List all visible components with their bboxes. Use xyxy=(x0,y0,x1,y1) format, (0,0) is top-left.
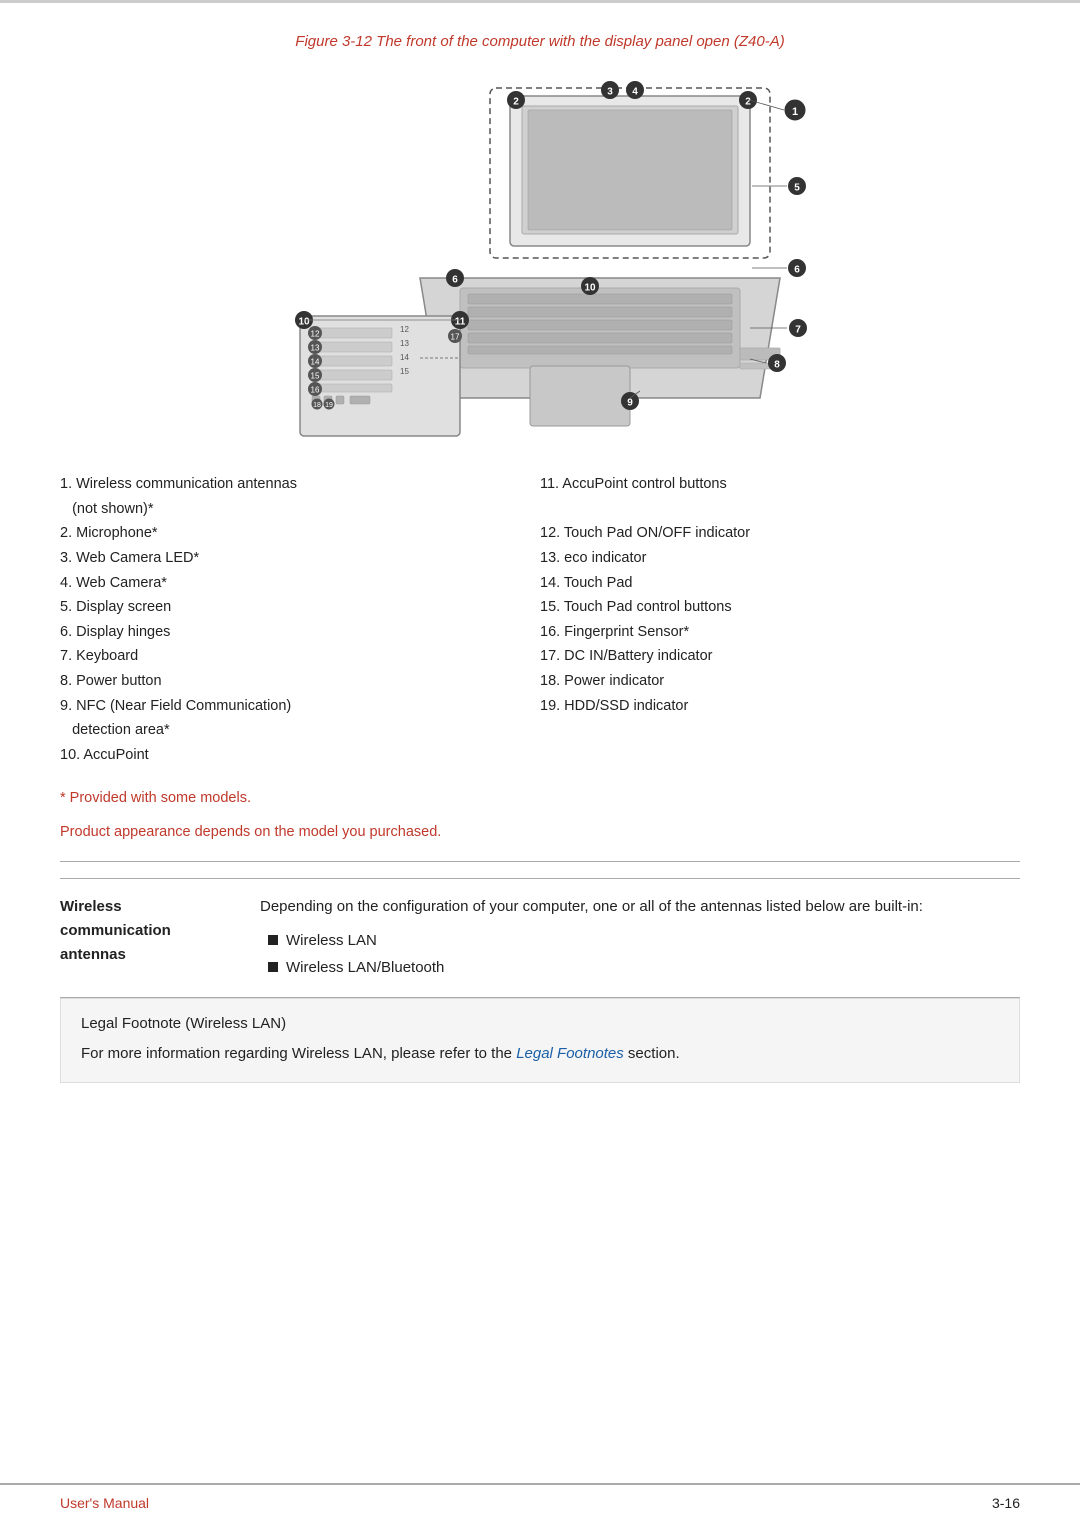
svg-text:7: 7 xyxy=(795,325,801,336)
part-item: 12. Touch Pad ON/OFF indicator xyxy=(540,521,1000,546)
svg-text:11: 11 xyxy=(455,317,466,328)
svg-text:1: 1 xyxy=(792,106,798,118)
page-container: Figure 3-12 The front of the computer wi… xyxy=(0,0,1080,1521)
wireless-label-line2: communication xyxy=(60,922,171,939)
svg-text:5: 5 xyxy=(794,183,800,194)
figure-caption: Figure 3-12 The front of the computer wi… xyxy=(60,33,1020,50)
wireless-bullet-list: Wireless LAN Wireless LAN/Bluetooth xyxy=(260,927,1020,981)
part-item: 13. eco indicator xyxy=(540,546,1000,571)
svg-text:19: 19 xyxy=(325,402,333,409)
svg-text:15: 15 xyxy=(311,372,320,381)
part-item: 17. DC IN/Battery indicator xyxy=(540,644,1000,669)
wireless-section: Wireless communication antennas Dependin… xyxy=(60,878,1020,998)
wireless-bullet-bluetooth-text: Wireless LAN/Bluetooth xyxy=(286,954,444,981)
part-item xyxy=(540,497,1000,522)
svg-text:6: 6 xyxy=(794,265,800,276)
legal-text: For more information regarding Wireless … xyxy=(81,1042,999,1066)
part-item: 19. HDD/SSD indicator xyxy=(540,694,1000,719)
part-item: 9. NFC (Near Field Communication) xyxy=(60,694,520,719)
svg-text:6: 6 xyxy=(452,275,458,286)
wireless-bullet-lan-text: Wireless LAN xyxy=(286,927,377,954)
parts-col-left: 1. Wireless communication antennas (not … xyxy=(60,472,540,768)
part-item: (not shown)* xyxy=(60,497,520,522)
laptop-figure: 1 2 2 3 4 5 6 xyxy=(60,68,1020,448)
laptop-diagram: 1 2 2 3 4 5 6 xyxy=(200,68,880,448)
part-item: 4. Web Camera* xyxy=(60,571,520,596)
bullet-square-icon xyxy=(268,935,278,945)
svg-text:10: 10 xyxy=(298,317,310,328)
svg-text:14: 14 xyxy=(400,353,409,362)
svg-text:2: 2 xyxy=(513,97,519,108)
legal-link[interactable]: Legal Footnotes xyxy=(516,1045,624,1062)
svg-text:2: 2 xyxy=(745,97,751,108)
part-item: 1. Wireless communication antennas xyxy=(60,472,520,497)
svg-text:13: 13 xyxy=(311,344,320,353)
wireless-content: Depending on the configuration of your c… xyxy=(260,895,1020,981)
note-provided: * Provided with some models. xyxy=(60,786,1020,811)
part-item: 2. Microphone* xyxy=(60,521,520,546)
part-item: 7. Keyboard xyxy=(60,644,520,669)
svg-text:16: 16 xyxy=(311,386,320,395)
part-item: 14. Touch Pad xyxy=(540,571,1000,596)
svg-text:15: 15 xyxy=(400,367,409,376)
svg-text:17: 17 xyxy=(451,333,460,342)
svg-text:9: 9 xyxy=(627,398,633,409)
svg-text:3: 3 xyxy=(607,87,613,98)
legal-section: Legal Footnote (Wireless LAN) For more i… xyxy=(60,998,1020,1083)
part-item: 11. AccuPoint control buttons xyxy=(540,472,1000,497)
page-footer: User's Manual 3-16 xyxy=(0,1483,1080,1521)
part-item: 3. Web Camera LED* xyxy=(60,546,520,571)
legal-title: Legal Footnote (Wireless LAN) xyxy=(81,1015,999,1032)
svg-text:14: 14 xyxy=(311,358,320,367)
svg-text:4: 4 xyxy=(632,87,638,98)
bullet-square-icon xyxy=(268,962,278,972)
svg-text:12: 12 xyxy=(400,325,409,334)
divider-1 xyxy=(60,861,1020,862)
wireless-label: Wireless communication antennas xyxy=(60,895,260,967)
main-content: Figure 3-12 The front of the computer wi… xyxy=(0,3,1080,1483)
svg-text:12: 12 xyxy=(311,330,320,339)
part-item: 5. Display screen xyxy=(60,595,520,620)
part-item: 16. Fingerprint Sensor* xyxy=(540,620,1000,645)
footer-manual-label: User's Manual xyxy=(60,1495,149,1511)
part-item: 18. Power indicator xyxy=(540,669,1000,694)
parts-col-right: 11. AccuPoint control buttons 12. Touch … xyxy=(540,472,1020,768)
part-item: detection area* xyxy=(60,718,520,743)
legal-text-before: For more information regarding Wireless … xyxy=(81,1045,516,1062)
wireless-bullet-bluetooth: Wireless LAN/Bluetooth xyxy=(268,954,1020,981)
legal-text-after: section. xyxy=(624,1045,680,1062)
note-appearance: Product appearance depends on the model … xyxy=(60,820,1020,845)
footer-page-number: 3-16 xyxy=(992,1495,1020,1511)
svg-text:8: 8 xyxy=(774,360,780,371)
svg-text:13: 13 xyxy=(400,339,409,348)
svg-text:10: 10 xyxy=(584,283,596,294)
parts-list-right: 11. AccuPoint control buttons 12. Touch … xyxy=(540,472,1000,718)
part-item: 10. AccuPoint xyxy=(60,743,520,768)
svg-text:18: 18 xyxy=(313,402,321,409)
parts-list-left: 1. Wireless communication antennas (not … xyxy=(60,472,520,768)
part-item: 6. Display hinges xyxy=(60,620,520,645)
wireless-desc: Depending on the configuration of your c… xyxy=(260,895,1020,919)
part-item: 8. Power button xyxy=(60,669,520,694)
wireless-bullet-lan: Wireless LAN xyxy=(268,927,1020,954)
part-item: 15. Touch Pad control buttons xyxy=(540,595,1000,620)
parts-list-section: 1. Wireless communication antennas (not … xyxy=(60,472,1020,768)
wireless-label-line1: Wireless xyxy=(60,898,122,915)
wireless-label-line3: antennas xyxy=(60,946,126,963)
